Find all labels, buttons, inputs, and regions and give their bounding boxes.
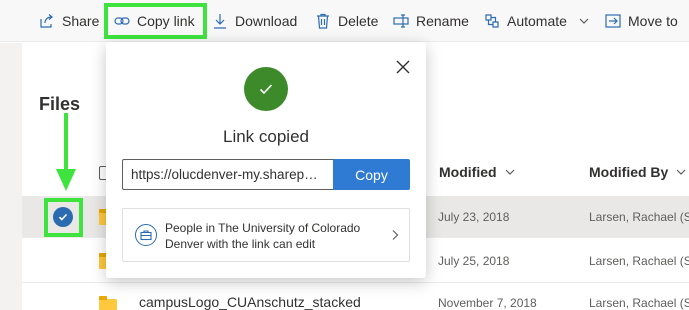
row-file-name[interactable]: campusLogo_CUAnschutz_stacked (139, 294, 361, 310)
share-icon (38, 12, 56, 30)
left-nav-strip (0, 43, 22, 310)
copy-link-label: Copy link (137, 13, 195, 29)
chevron-down-icon (505, 169, 514, 175)
rename-icon (392, 12, 410, 30)
row-modified: July 25, 2018 (438, 254, 510, 268)
chevron-down-icon (579, 18, 589, 24)
success-check-icon (244, 67, 288, 111)
row-select-checkbox[interactable] (53, 207, 73, 227)
row-modified: November 7, 2018 (438, 296, 537, 310)
link-url-field[interactable]: https://olucdenver-my.sharepoint.com/ (122, 159, 333, 190)
link-copied-dialog: Link copied https://olucdenver-my.sharep… (106, 42, 426, 278)
checkmark-icon (58, 213, 68, 221)
move-to-button[interactable]: Move to (604, 0, 678, 42)
automate-menu[interactable]: Automate (483, 0, 589, 42)
down-arrow-annotation (56, 113, 76, 191)
folder-icon (99, 296, 117, 310)
command-bar: Share Copy link Download Delete Rename A… (0, 0, 689, 42)
column-header-modified-by-label: Modified By (589, 164, 669, 180)
move-icon (604, 12, 622, 30)
download-label: Download (235, 13, 298, 29)
chevron-down-icon (676, 169, 686, 175)
close-icon[interactable] (394, 58, 412, 76)
automate-label: Automate (507, 13, 567, 29)
row-modified: July 23, 2018 (438, 210, 510, 224)
share-button[interactable]: Share (38, 0, 99, 42)
onedrive-files-page: Share Copy link Download Delete Rename A… (0, 0, 689, 310)
copy-link-button[interactable]: Copy link (113, 0, 195, 42)
table-row[interactable]: campusLogo_CUAnschutz_stacked November 7… (22, 284, 689, 310)
dialog-title: Link copied (222, 127, 309, 146)
row-modified-by: Larsen, Rachael (SC (589, 210, 689, 224)
row-modified-by: Larsen, Rachael (SC (589, 296, 689, 310)
column-header-modified-label: Modified (439, 164, 497, 180)
delete-button[interactable]: Delete (314, 0, 378, 42)
link-permission-text: People in The University of Colorado Den… (165, 221, 361, 251)
chevron-right-icon (392, 230, 399, 240)
download-button[interactable]: Download (211, 0, 297, 42)
download-icon (211, 12, 229, 30)
delete-label: Delete (338, 13, 379, 29)
column-header-modified[interactable]: Modified (439, 164, 515, 180)
link-icon (113, 12, 131, 30)
trash-icon (314, 12, 332, 30)
column-header-modified-by[interactable]: Modified By (589, 164, 686, 180)
rename-label: Rename (416, 13, 469, 29)
move-to-label: Move to (628, 13, 678, 29)
rename-button[interactable]: Rename (392, 0, 469, 42)
copy-button[interactable]: Copy (333, 159, 410, 190)
briefcase-icon (135, 224, 157, 246)
link-settings-button[interactable]: People in The University of Colorado Den… (122, 208, 410, 262)
share-label: Share (62, 13, 100, 29)
flow-icon (483, 12, 501, 30)
page-title: Files (39, 94, 81, 114)
row-modified-by: Larsen, Rachael (SC (589, 254, 689, 268)
